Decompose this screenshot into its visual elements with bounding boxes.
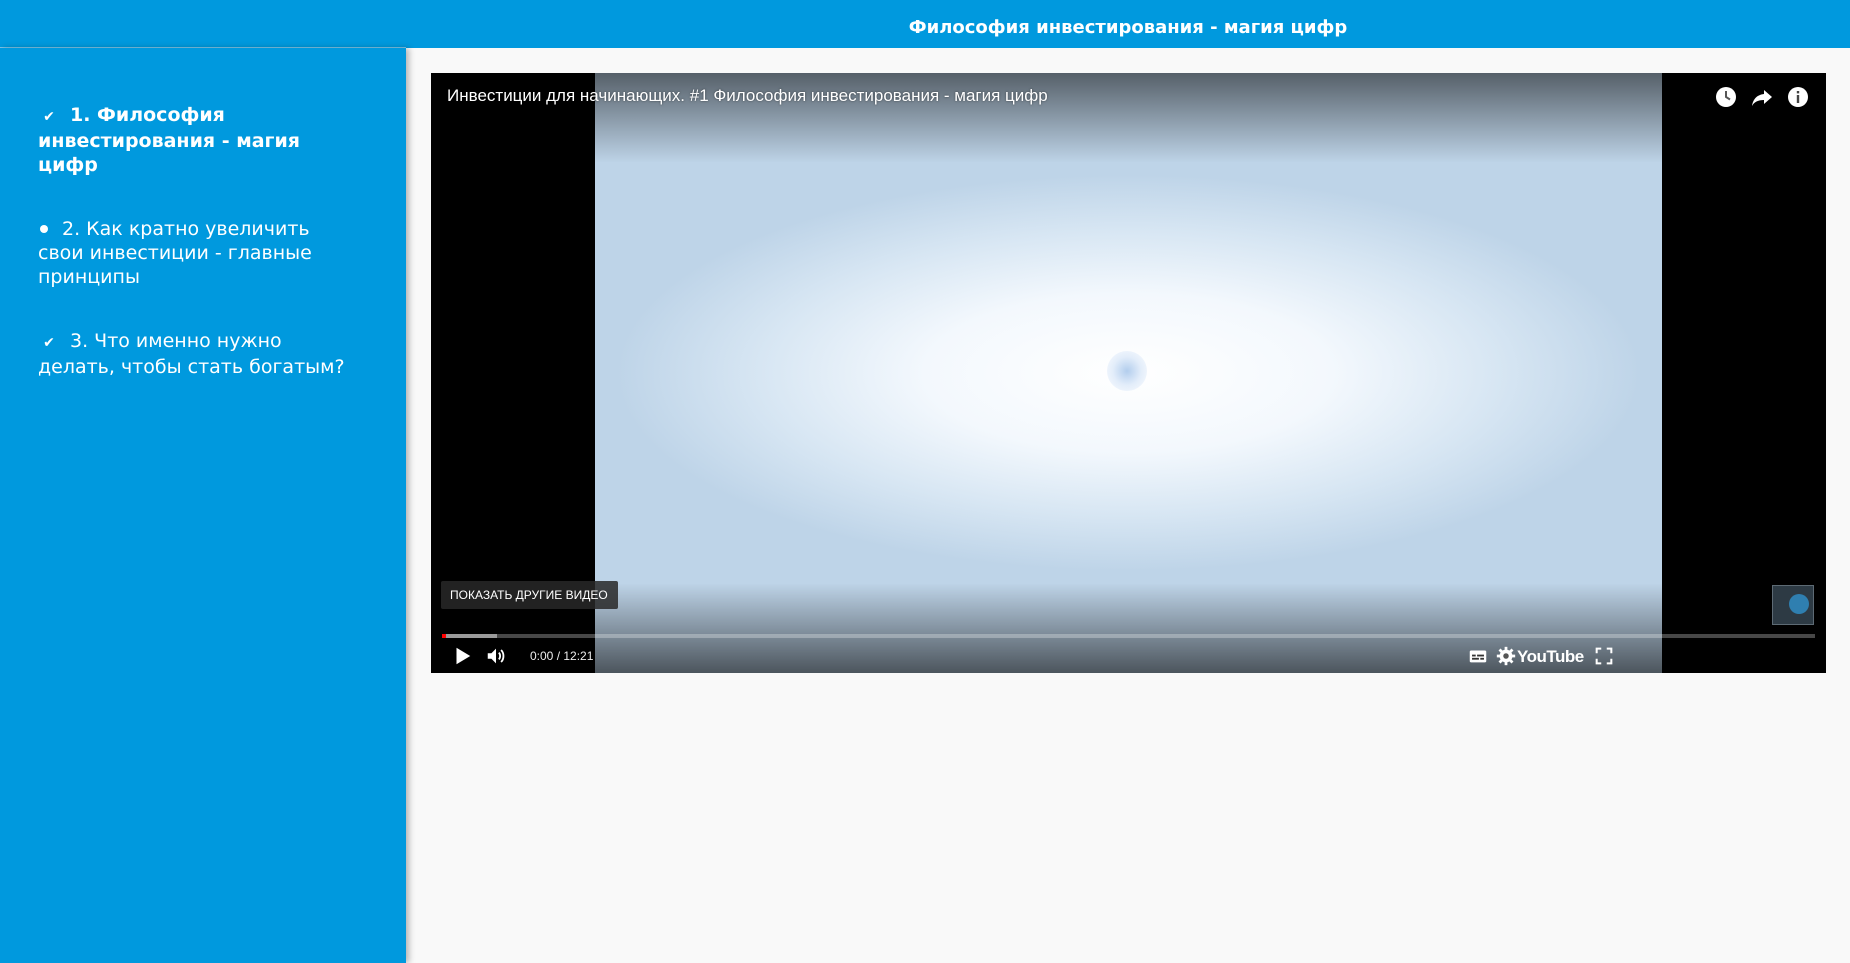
subtitles-icon[interactable] (1467, 645, 1489, 667)
lesson-item-label: 1. Философия инвестирования - магия цифр (38, 104, 300, 176)
lesson-list: ✔ 1. Философия инвестирования - магия циф… (0, 48, 406, 379)
watch-later-icon[interactable] (1714, 85, 1738, 109)
time-display: 0:00 / 12:21 (530, 649, 594, 663)
page-title: Философия инвестирования - магия цифр (908, 17, 1348, 38)
share-icon[interactable] (1750, 85, 1774, 109)
youtube-logo[interactable]: YouTube (1517, 647, 1584, 667)
channel-logo-icon (1789, 594, 1809, 614)
more-videos-button[interactable]: ПОКАЗАТЬ ДРУГИЕ ВИДЕО (441, 581, 618, 609)
play-icon[interactable] (451, 645, 473, 667)
top-bar: Философия инвестирования - магия цифр (0, 0, 1850, 48)
loading-spinner-icon (1107, 351, 1147, 391)
gear-icon[interactable] (1495, 645, 1517, 667)
check-icon: ✔ (43, 335, 55, 351)
buffer-bar (442, 634, 497, 638)
bullet-icon (40, 224, 48, 233)
check-icon: ✔ (43, 109, 55, 125)
lesson-item-3[interactable]: ✔ 3. Что именно нужно делать, чтобы стать… (38, 329, 360, 379)
channel-watermark[interactable] (1772, 585, 1814, 625)
video-player[interactable]: Инвестиции для начинающих. #1 Философия … (431, 73, 1826, 673)
player-controls: 0:00 / 12:21 YouTube (431, 641, 1826, 673)
video-title[interactable]: Инвестиции для начинающих. #1 Философия … (447, 86, 1048, 106)
lesson-item-label: 3. Что именно нужно делать, чтобы стать … (38, 330, 345, 378)
fullscreen-icon[interactable] (1593, 645, 1615, 667)
lesson-sidebar: ✔ 1. Философия инвестирования - магия циф… (0, 48, 406, 963)
lesson-item-1[interactable]: ✔ 1. Философия инвестирования - магия циф… (38, 103, 360, 177)
volume-icon[interactable] (485, 645, 507, 667)
played-bar (442, 634, 446, 638)
info-icon[interactable] (1786, 85, 1810, 109)
lesson-item-2[interactable]: 2. Как кратно увеличить свои инвестиции … (38, 217, 360, 289)
progress-bar[interactable] (442, 634, 1815, 638)
lesson-item-label: 2. Как кратно увеличить свои инвестиции … (38, 218, 312, 288)
player-top-actions (1702, 85, 1810, 109)
